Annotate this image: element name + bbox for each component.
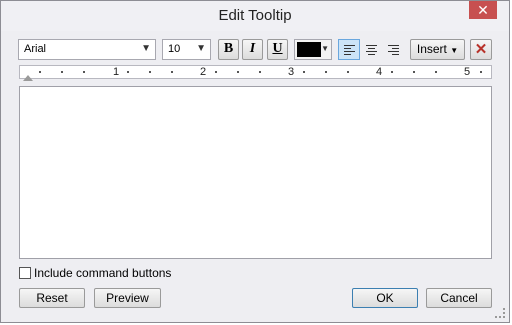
- insert-dropdown-button[interactable]: Insert ▼: [410, 39, 465, 60]
- ok-button[interactable]: OK: [352, 288, 418, 308]
- edit-tooltip-dialog: Edit Tooltip ✕ Arial ▼ 10 ▼ B I U ▼ Inse…: [0, 0, 510, 323]
- text-color-picker[interactable]: ▼: [294, 39, 332, 60]
- align-right-icon: [388, 45, 399, 57]
- color-swatch: [297, 42, 321, 57]
- italic-button[interactable]: I: [242, 39, 263, 60]
- resize-grip-icon[interactable]: [495, 308, 505, 318]
- insert-label: Insert: [416, 42, 447, 56]
- font-size-value: 10: [168, 43, 181, 55]
- font-family-select[interactable]: Arial ▼: [18, 39, 156, 60]
- font-family-value: Arial: [24, 43, 47, 55]
- tooltip-text-editor[interactable]: [19, 86, 492, 259]
- ruler-label: 3: [288, 66, 295, 78]
- ruler-label: 5: [464, 66, 471, 78]
- caret-down-icon: ▼: [450, 46, 459, 55]
- ruler-label: 4: [376, 66, 383, 78]
- bold-button[interactable]: B: [218, 39, 239, 60]
- align-center-icon: [366, 45, 377, 57]
- align-right-button[interactable]: [382, 39, 404, 60]
- close-button[interactable]: ✕: [469, 1, 497, 19]
- indent-marker[interactable]: [23, 75, 33, 81]
- title-bar: Edit Tooltip ✕: [1, 1, 509, 31]
- align-left-button[interactable]: [338, 39, 360, 60]
- include-command-buttons-label: Include command buttons: [34, 266, 172, 280]
- chevron-down-icon: ▼: [196, 43, 206, 54]
- dialog-title: Edit Tooltip: [218, 7, 292, 24]
- preview-button[interactable]: Preview: [94, 288, 161, 308]
- ruler: 1 2 3 4 5: [19, 65, 492, 81]
- align-center-button[interactable]: [360, 39, 382, 60]
- underline-button[interactable]: U: [267, 39, 288, 60]
- include-command-buttons-checkbox[interactable]: [19, 267, 31, 279]
- cancel-button[interactable]: Cancel: [426, 288, 492, 308]
- reset-button[interactable]: Reset: [19, 288, 85, 308]
- caret-down-icon: ▼: [321, 44, 329, 53]
- ruler-label: 2: [200, 66, 207, 78]
- ruler-label: 1: [113, 66, 120, 78]
- clear-formatting-button[interactable]: ✕: [470, 39, 492, 60]
- chevron-down-icon: ▼: [141, 43, 151, 54]
- align-left-icon: [344, 45, 355, 57]
- font-size-select[interactable]: 10 ▼: [162, 39, 211, 60]
